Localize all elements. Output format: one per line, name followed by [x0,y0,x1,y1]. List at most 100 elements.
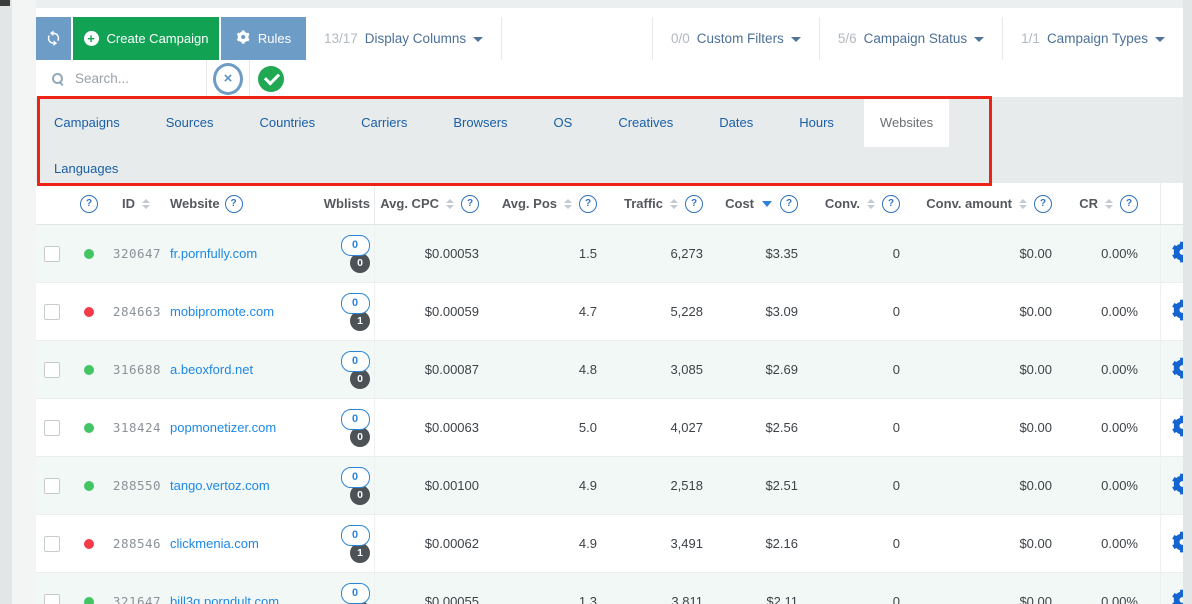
cell-conv: 0 [801,536,903,551]
cell-traffic: 6,273 [600,246,706,261]
apply-search-button[interactable] [250,60,292,97]
create-campaign-button[interactable]: + Create Campaign [73,17,219,60]
tab-campaigns[interactable]: Campaigns [38,97,136,147]
header-id[interactable]: ID [108,196,166,211]
row-actions-gear-icon[interactable] [1171,241,1183,266]
tab-browsers[interactable]: Browsers [437,97,523,147]
row-checkbox[interactable] [44,362,60,378]
tab-carriers[interactable]: Carriers [345,97,423,147]
right-scroll-strip[interactable] [1183,0,1192,604]
sort-arrows-icon[interactable] [446,199,454,209]
website-link[interactable]: fr.pornfully.com [170,246,257,261]
help-icon[interactable]: ? [685,195,703,213]
help-icon[interactable]: ? [579,195,597,213]
clear-search-button[interactable]: × [207,60,249,97]
whitelist-badge[interactable]: 0 [341,467,370,488]
blacklist-badge[interactable]: 0 [350,369,370,389]
website-link[interactable]: a.beoxford.net [170,362,253,377]
row-checkbox[interactable] [44,478,60,494]
row-checkbox[interactable] [44,304,60,320]
rules-button[interactable]: Rules [221,17,306,60]
header-conv[interactable]: Conv. ? [801,195,903,213]
help-icon[interactable]: ? [780,195,798,213]
sort-arrows-icon[interactable] [564,199,572,209]
sort-desc-icon[interactable] [762,201,772,207]
whitelist-badge[interactable]: 0 [341,351,370,372]
header-avg-cpc[interactable]: Avg. CPC ? [374,183,482,224]
row-checkbox[interactable] [44,246,60,262]
header-traffic[interactable]: Traffic ? [600,195,706,213]
tab-os[interactable]: OS [538,97,589,147]
header-cr[interactable]: CR ? [1055,195,1160,213]
help-icon[interactable]: ? [461,195,479,213]
header-conv-amount[interactable]: Conv. amount ? [903,195,1055,213]
help-icon[interactable]: ? [1120,195,1138,213]
row-actions-gear-icon[interactable] [1171,589,1183,604]
header-cost[interactable]: Cost ? [706,195,801,213]
row-actions-gear-icon[interactable] [1171,299,1183,324]
blacklist-badge[interactable]: 0 [350,253,370,273]
header-id-label: ID [122,196,135,211]
campaign-types-dropdown[interactable]: 1/1 Campaign Types [1003,17,1183,60]
whitelist-badge[interactable]: 0 [341,525,370,546]
sort-arrows-icon[interactable] [1019,199,1027,209]
cell-cr: 0.00% [1055,420,1160,435]
tab-countries[interactable]: Countries [243,97,331,147]
blacklist-badge[interactable]: 1 [350,543,370,563]
rules-label: Rules [258,31,291,46]
whitelist-badge[interactable]: 0 [341,583,370,604]
blacklist-badge[interactable]: 0 [350,427,370,447]
custom-filters-dropdown[interactable]: 0/0 Custom Filters [653,17,819,60]
website-link[interactable]: tango.vertoz.com [170,478,270,493]
tab-creatives[interactable]: Creatives [602,97,689,147]
row-actions-gear-icon[interactable] [1171,473,1183,498]
whitelist-badge[interactable]: 0 [341,235,370,256]
blacklist-badge[interactable]: 1 [350,311,370,331]
sort-arrows-icon[interactable] [867,199,875,209]
row-actions-gear-icon[interactable] [1171,357,1183,382]
chevron-down-icon [791,37,801,42]
wblists-badges: 0 1 [340,525,370,563]
tab-dates[interactable]: Dates [703,97,769,147]
row-actions-gear-icon[interactable] [1171,415,1183,440]
help-icon[interactable]: ? [80,195,98,213]
cell-traffic: 4,027 [600,420,706,435]
tab-languages[interactable]: Languages [38,153,134,183]
cell-cr: 0.00% [1055,362,1160,377]
chevron-down-icon [974,37,984,42]
row-checkbox[interactable] [44,420,60,436]
website-link[interactable]: bill3g.porndult.com [170,594,279,604]
cell-conv: 0 [801,478,903,493]
website-link[interactable]: mobipromote.com [170,304,274,319]
wblists-badges: 0 0 [340,467,370,505]
website-link[interactable]: popmonetizer.com [170,420,276,435]
refresh-button[interactable] [36,17,71,60]
cell-conv: 0 [801,594,903,604]
create-campaign-label: Create Campaign [107,31,209,46]
display-columns-dropdown[interactable]: 13/17 Display Columns [306,17,501,60]
row-actions-gear-icon[interactable] [1171,531,1183,556]
row-checkbox[interactable] [44,594,60,604]
cell-cost: $2.51 [706,478,801,493]
tab-sources[interactable]: Sources [150,97,230,147]
cell-conv-amount: $0.00 [903,478,1055,493]
table-row: 284663 mobipromote.com 0 1 $0.00059 4.7 … [36,282,1183,340]
blacklist-badge[interactable]: 0 [350,485,370,505]
campaign-status-dropdown[interactable]: 5/6 Campaign Status [820,17,1002,60]
cell-avg-cpc: $0.00059 [374,283,482,340]
row-checkbox[interactable] [44,536,60,552]
table-row: 321647 bill3g.porndult.com 0 0 $0.00055 … [36,572,1183,604]
search-input[interactable] [73,70,177,87]
whitelist-badge[interactable]: 0 [341,293,370,314]
help-icon[interactable]: ? [882,195,900,213]
whitelist-badge[interactable]: 0 [341,409,370,430]
tab-websites[interactable]: Websites [864,97,949,147]
header-avg-pos[interactable]: Avg. Pos ? [482,195,600,213]
website-link[interactable]: clickmenia.com [170,536,259,551]
sort-arrows-icon[interactable] [1105,199,1113,209]
help-icon[interactable]: ? [1034,195,1052,213]
help-icon[interactable]: ? [225,195,243,213]
sort-arrows-icon[interactable] [142,199,150,209]
tab-hours[interactable]: Hours [783,97,850,147]
sort-arrows-icon[interactable] [670,199,678,209]
